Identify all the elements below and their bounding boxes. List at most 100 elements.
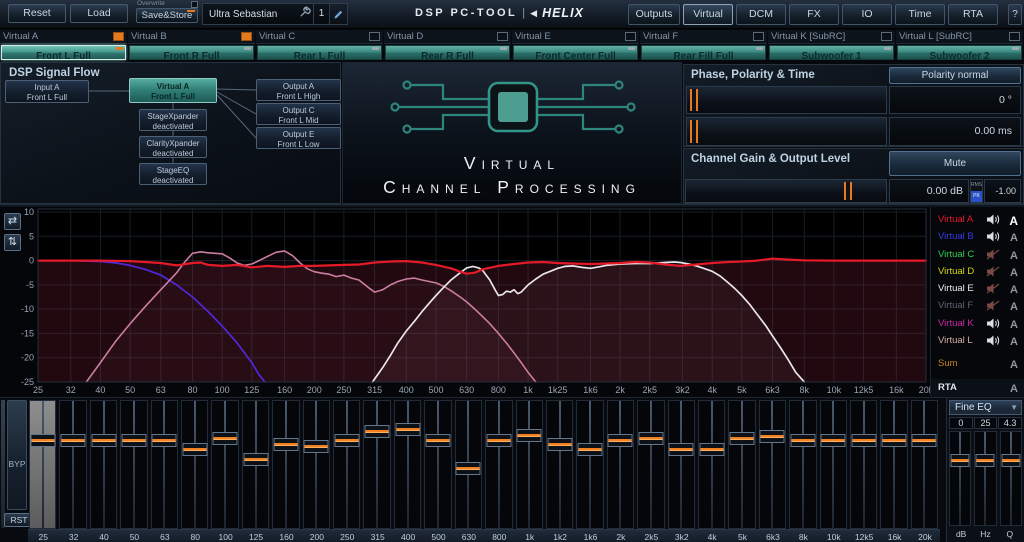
reset-button[interactable]: Reset — [8, 4, 66, 23]
legend-row-rta[interactable]: RTAA — [931, 379, 1024, 397]
eq-band-handle[interactable] — [851, 434, 876, 447]
legend-row-virtual-c[interactable]: Virtual CA — [931, 246, 1024, 263]
eq-band-handle[interactable] — [213, 432, 238, 445]
eq-band-track[interactable] — [333, 400, 360, 529]
eq-band-track[interactable] — [576, 400, 603, 529]
eq-band-track[interactable] — [911, 400, 938, 529]
zoom-horizontal-button[interactable]: ⇄ — [4, 213, 21, 230]
eq-band-handle[interactable] — [182, 443, 207, 456]
eq-band-handle[interactable] — [425, 434, 450, 447]
speaker-button[interactable]: Front R Full — [129, 45, 254, 60]
eq-band-handle[interactable] — [608, 434, 633, 447]
eq-band-track[interactable] — [120, 400, 147, 529]
eq-band-handle[interactable] — [273, 438, 298, 451]
eq-band-track[interactable] — [211, 400, 238, 529]
eq-band-handle[interactable] — [638, 432, 663, 445]
load-button[interactable]: Load — [70, 4, 128, 23]
eq-band-handle[interactable] — [669, 443, 694, 456]
wrench-icon[interactable] — [297, 5, 313, 23]
legend-row-virtual-e[interactable]: Virtual EA — [931, 280, 1024, 297]
speaker-button[interactable]: Subwoofer 1 — [769, 45, 894, 60]
eq-band-track[interactable] — [516, 400, 543, 529]
eq-band-handle[interactable] — [91, 434, 116, 447]
phase-slider[interactable] — [686, 86, 887, 114]
eq-band-track[interactable] — [850, 400, 877, 529]
flow-node-output-a[interactable]: Output AFront L High — [256, 79, 341, 101]
fine-eq-value[interactable]: 25 — [974, 417, 998, 429]
time-slider-handle[interactable] — [690, 120, 698, 143]
eq-band-handle[interactable] — [30, 434, 55, 447]
channel-link-checkbox[interactable] — [625, 32, 636, 41]
eq-band-track[interactable] — [607, 400, 634, 529]
flow-node-stagexpander[interactable]: StageXpanderdeactivated — [139, 109, 207, 131]
legend-row-sum[interactable]: SumA — [931, 355, 1024, 372]
mute-button[interactable]: Mute — [889, 151, 1021, 176]
eq-band-track[interactable] — [728, 400, 755, 529]
eq-band-handle[interactable] — [304, 440, 329, 453]
legend-row-virtual-l[interactable]: Virtual LA — [931, 332, 1024, 349]
eq-band-handle[interactable] — [882, 434, 907, 447]
pk-label[interactable]: PK — [971, 191, 982, 202]
meter-mode-toggle[interactable]: RMS PK — [970, 179, 983, 203]
gain-slider-handle[interactable] — [844, 182, 852, 200]
speaker-icon[interactable] — [986, 335, 1000, 352]
channel-link-checkbox[interactable] — [497, 32, 508, 41]
eq-band-track[interactable] — [90, 400, 117, 529]
fine-slider-handle[interactable] — [976, 454, 995, 467]
channel-link-checkbox[interactable] — [369, 32, 380, 41]
eq-band-handle[interactable] — [61, 434, 86, 447]
eq-band-track[interactable] — [820, 400, 847, 529]
time-slider[interactable] — [686, 117, 887, 146]
eq-band-track[interactable] — [789, 400, 816, 529]
legend-row-virtual-a[interactable]: Virtual AA — [931, 211, 1024, 228]
channel-link-checkbox[interactable] — [113, 32, 124, 41]
bypass-button[interactable]: BYP — [7, 400, 27, 510]
eq-band-handle[interactable] — [121, 434, 146, 447]
eq-band-handle[interactable] — [699, 443, 724, 456]
eq-band-handle[interactable] — [821, 434, 846, 447]
nav-time-button[interactable]: Time — [895, 4, 945, 25]
eq-band-handle[interactable] — [334, 434, 359, 447]
speaker-button[interactable]: Rear R Full — [385, 45, 510, 60]
eq-band-track[interactable] — [880, 400, 907, 529]
legend-row-virtual-f[interactable]: Virtual FA — [931, 297, 1024, 314]
speaker-button[interactable]: Front Center Full — [513, 45, 638, 60]
eq-band-track[interactable] — [181, 400, 208, 529]
eq-band-track[interactable] — [455, 400, 482, 529]
profile-field[interactable]: Ultra Sebastian 1 — [202, 3, 348, 25]
eq-band-handle[interactable] — [790, 434, 815, 447]
overwrite-checkbox[interactable] — [191, 1, 198, 8]
gain-value[interactable]: 0.00 dB — [889, 179, 969, 203]
save-store-button[interactable]: Save&Store — [136, 8, 198, 23]
nav-dcm-button[interactable]: DCM — [736, 4, 786, 25]
flow-node-output-e[interactable]: Output EFront L Low — [256, 127, 341, 149]
eq-band-track[interactable] — [242, 400, 269, 529]
speaker-button[interactable]: Rear L Full — [257, 45, 382, 60]
eq-band-handle[interactable] — [547, 438, 572, 451]
eq-band-track[interactable] — [485, 400, 512, 529]
legend-row-virtual-b[interactable]: Virtual BA — [931, 228, 1024, 245]
eq-band-track[interactable] — [394, 400, 421, 529]
fine-eq-dropdown[interactable]: Fine EQ▼ — [949, 400, 1022, 415]
channel-link-checkbox[interactable] — [241, 32, 252, 41]
eq-band-track[interactable] — [637, 400, 664, 529]
legend-row-virtual-d[interactable]: Virtual DA — [931, 263, 1024, 280]
nav-fx-button[interactable]: FX — [789, 4, 839, 25]
channel-link-checkbox[interactable] — [753, 32, 764, 41]
eq-band-handle[interactable] — [395, 423, 420, 436]
fine-slider-handle[interactable] — [1001, 454, 1020, 467]
eq-band-track[interactable] — [29, 400, 56, 529]
zoom-vertical-button[interactable]: ⇅ — [4, 234, 21, 251]
flow-node-clarityxpander[interactable]: ClarityXpanderdeactivated — [139, 136, 207, 158]
speaker-button[interactable]: Subwoofer 2 — [897, 45, 1022, 60]
phase-slider-handle[interactable] — [690, 89, 698, 111]
nav-virtual-button[interactable]: Virtual — [683, 4, 733, 25]
fine-eq-slider-hz[interactable] — [974, 431, 996, 526]
eq-band-handle[interactable] — [152, 434, 177, 447]
eq-band-track[interactable] — [424, 400, 451, 529]
eq-band-track[interactable] — [363, 400, 390, 529]
setup-badge[interactable]: A — [1010, 357, 1018, 374]
eq-scrollbar[interactable] — [1, 400, 5, 528]
nav-outputs-button[interactable]: Outputs — [628, 4, 680, 25]
help-button[interactable]: ? — [1008, 4, 1022, 25]
